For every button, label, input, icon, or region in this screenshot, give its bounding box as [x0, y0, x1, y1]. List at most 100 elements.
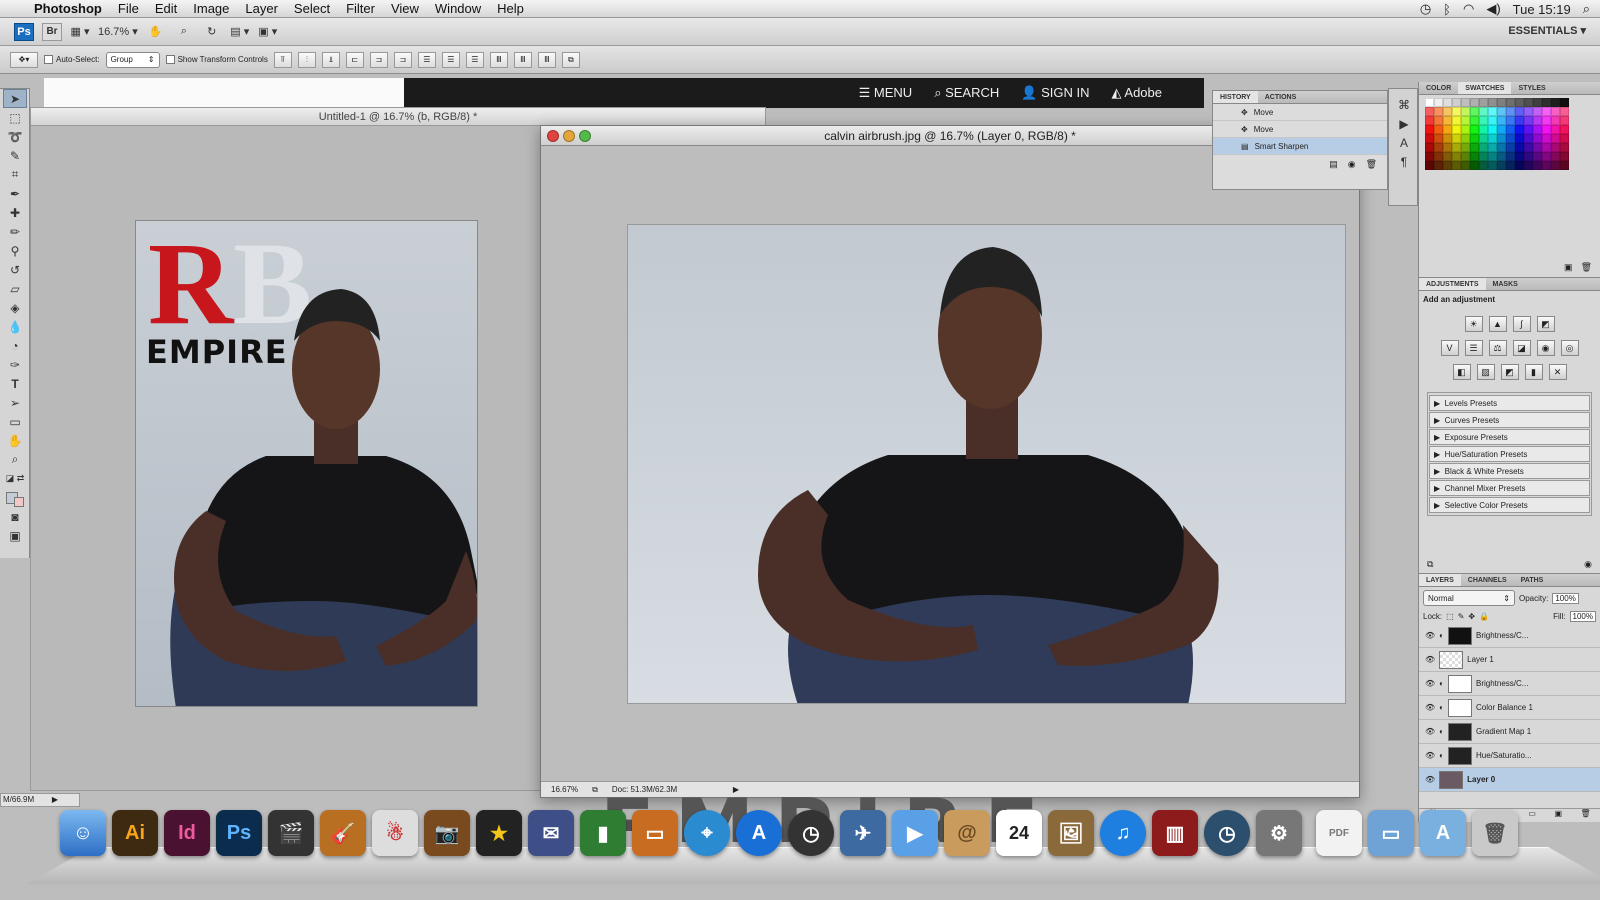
imovie-icon[interactable]: ★ [476, 810, 522, 856]
swatch[interactable] [1425, 125, 1434, 134]
swatch[interactable] [1551, 161, 1560, 170]
opacity-field[interactable]: 100% [1552, 592, 1579, 604]
swatch[interactable] [1434, 161, 1443, 170]
swatch[interactable] [1425, 161, 1434, 170]
mail-icon[interactable]: ✉ [528, 810, 574, 856]
swatch[interactable] [1488, 134, 1497, 143]
swatch[interactable] [1470, 107, 1479, 116]
blur-tool-icon[interactable]: 💧 [3, 317, 27, 336]
delete-state-icon[interactable]: 🗑 [1366, 159, 1377, 170]
swatch[interactable] [1533, 152, 1542, 161]
swatch[interactable] [1434, 134, 1443, 143]
downloads-folder-icon[interactable]: ▭ [1368, 810, 1414, 856]
layer-row[interactable]: 👁 ◐ Brightness/C... [1419, 672, 1600, 696]
numbers-icon[interactable]: ▮ [580, 810, 626, 856]
pen-tool-icon[interactable]: ✑ [3, 355, 27, 374]
swatch[interactable] [1461, 98, 1470, 107]
finder-icon[interactable]: ☺ [60, 810, 106, 856]
brushes-panel-icon[interactable]: ⌘ [1392, 95, 1416, 114]
swatch[interactable] [1452, 98, 1461, 107]
zoom-level-select[interactable]: 16.7% ▾ [98, 23, 138, 41]
preview-icon[interactable]: 🖼 [1048, 810, 1094, 856]
applications-folder-icon[interactable]: A [1420, 810, 1466, 856]
minimize-window-icon[interactable] [563, 130, 575, 142]
quick-mask-icon[interactable]: ◙ [3, 507, 27, 526]
history-item[interactable]: ✥ Move [1213, 121, 1387, 138]
color-swatches-icon[interactable] [3, 488, 27, 507]
brush-tool-icon[interactable]: ✏ [3, 222, 27, 241]
swatch[interactable] [1515, 107, 1524, 116]
visibility-eye-icon[interactable]: 👁 [1425, 751, 1435, 760]
swatch[interactable] [1560, 125, 1569, 134]
photo-canvas[interactable] [627, 224, 1346, 704]
eraser-tool-icon[interactable]: ▱ [3, 279, 27, 298]
swatch[interactable] [1506, 161, 1515, 170]
align-hcenter-icon[interactable]: ⊐ [369, 51, 388, 68]
swatch[interactable] [1497, 107, 1506, 116]
preset-item[interactable]: ▶ Channel Mixer Presets [1429, 480, 1590, 496]
swatch[interactable] [1479, 98, 1488, 107]
swatch[interactable] [1443, 98, 1452, 107]
distribute-left-icon[interactable]: Ⅲ [489, 51, 508, 68]
swatch[interactable] [1551, 98, 1560, 107]
iphoto-icon[interactable]: 📷 [424, 810, 470, 856]
swatch[interactable] [1470, 98, 1479, 107]
swatch[interactable] [1470, 116, 1479, 125]
swatch[interactable] [1506, 125, 1515, 134]
swatch[interactable] [1470, 134, 1479, 143]
workspace-switcher[interactable]: ESSENTIALS ▾ [1508, 24, 1586, 37]
paragraph-panel-icon[interactable]: ¶ [1392, 152, 1416, 171]
itunes-icon[interactable]: ♫ [1100, 810, 1146, 856]
menu-window[interactable]: Window [427, 1, 489, 16]
gnome-app-icon[interactable]: ☃ [372, 810, 418, 856]
swatch[interactable] [1515, 152, 1524, 161]
doc1-status-arrow-icon[interactable]: ▶ [52, 795, 58, 804]
photo-booth-icon[interactable]: ▥ [1152, 810, 1198, 856]
swatch[interactable] [1488, 107, 1497, 116]
document-title-untitled[interactable]: Untitled-1 @ 16.7% (b, RGB/8) * [31, 108, 765, 126]
layer-row[interactable]: 👁 ◐ Brightness/C... [1419, 624, 1600, 648]
align-vcenter-icon[interactable]: ⫶ [297, 51, 316, 68]
new-swatch-icon[interactable]: ▣ [1564, 262, 1573, 273]
swatch[interactable] [1533, 134, 1542, 143]
clone-stamp-tool-icon[interactable]: ⚲ [3, 241, 27, 260]
final-cut-icon[interactable]: 🎬 [268, 810, 314, 856]
swatch[interactable] [1488, 116, 1497, 125]
app-store-icon[interactable]: A [736, 810, 782, 856]
marquee-tool-icon[interactable]: ⬚ [3, 108, 27, 127]
trash-icon[interactable]: 🗑 [1472, 810, 1518, 856]
swatch[interactable] [1551, 143, 1560, 152]
preset-item[interactable]: ▶ Selective Color Presets [1429, 497, 1590, 513]
visibility-eye-icon[interactable]: 👁 [1425, 655, 1435, 664]
swatch[interactable] [1533, 143, 1542, 152]
path-selection-tool-icon[interactable]: ➢ [3, 393, 27, 412]
selective-color-icon[interactable]: ✕ [1548, 364, 1567, 380]
browser-menu-link[interactable]: ☰ MENU [859, 85, 913, 101]
swatch[interactable] [1533, 107, 1542, 116]
menu-file[interactable]: File [110, 1, 147, 16]
lock-transparent-icon[interactable]: ⬚ [1446, 612, 1454, 621]
keynote-icon[interactable]: ▭ [632, 810, 678, 856]
swatch[interactable] [1425, 98, 1434, 107]
dodge-tool-icon[interactable]: ◔ [3, 336, 27, 355]
swatch[interactable] [1434, 116, 1443, 125]
tab-masks[interactable]: MASKS [1486, 278, 1525, 290]
wifi-icon[interactable]: ◠ [1463, 1, 1474, 17]
spotlight-icon[interactable]: ⌕ [1583, 1, 1590, 17]
swatch[interactable] [1533, 125, 1542, 134]
swatch[interactable] [1542, 161, 1551, 170]
menu-image[interactable]: Image [185, 1, 237, 16]
visibility-eye-icon[interactable]: 👁 [1425, 727, 1435, 736]
swatch[interactable] [1461, 152, 1470, 161]
history-item[interactable]: ✥ Move [1213, 104, 1387, 121]
hand-tool-icon-box[interactable]: ✋ [3, 431, 27, 450]
swatch[interactable] [1479, 161, 1488, 170]
photo-filter-icon[interactable]: ◉ [1536, 340, 1555, 356]
bridge-button[interactable]: Br [42, 22, 62, 41]
swatch[interactable] [1425, 152, 1434, 161]
swatch[interactable] [1551, 107, 1560, 116]
crop-tool-icon[interactable]: ⌗ [3, 165, 27, 184]
swatch[interactable] [1497, 116, 1506, 125]
preset-item[interactable]: ▶ Black & White Presets [1429, 463, 1590, 479]
swatch[interactable] [1524, 143, 1533, 152]
